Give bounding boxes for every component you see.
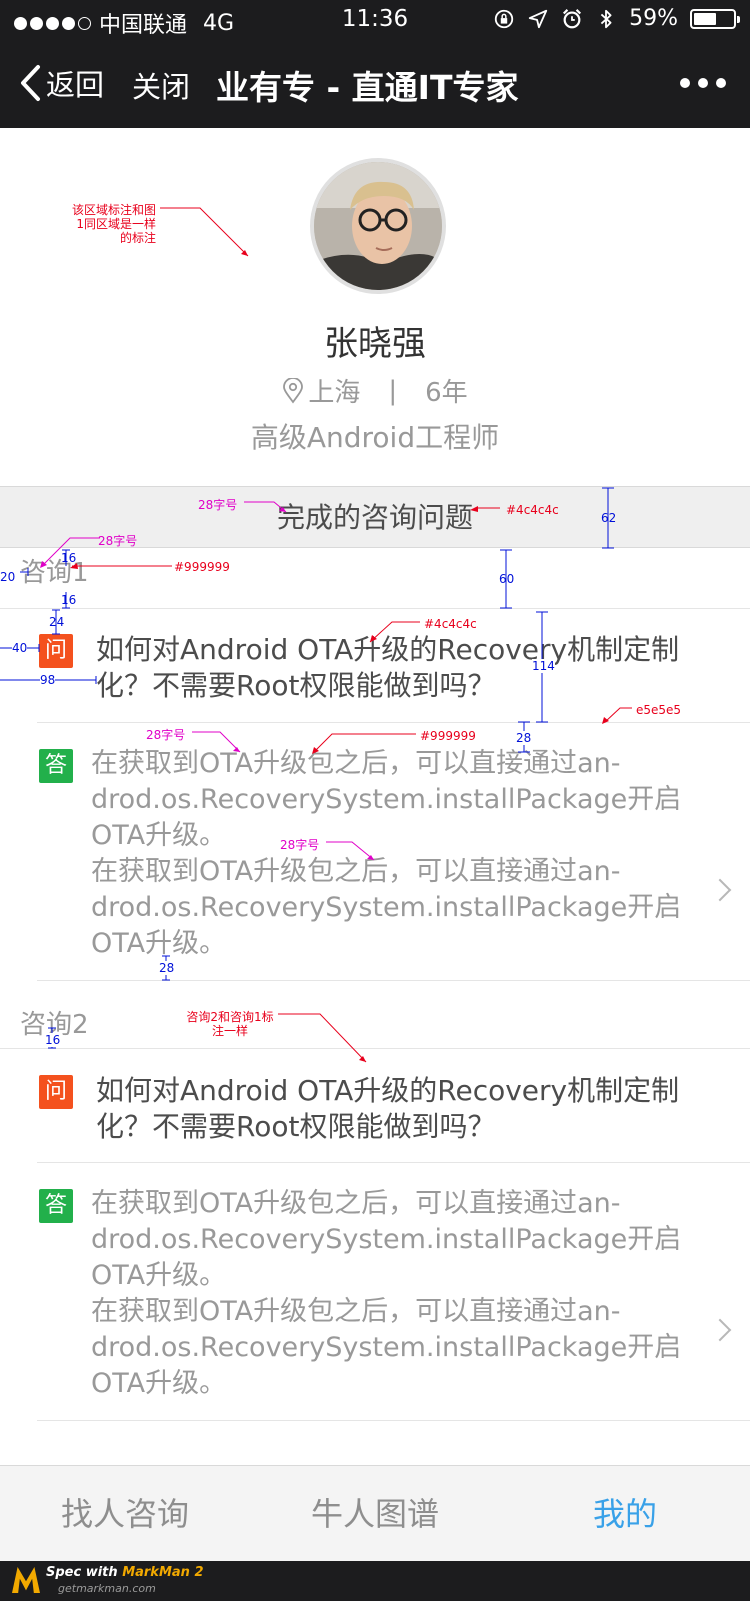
annotation-consult2-note: 咨询2和咨询1标注一样 <box>186 1010 274 1038</box>
location-arrow-icon <box>528 9 548 28</box>
annotation-dimension: 16 <box>61 551 77 565</box>
annotation-font-size: 28字号 <box>146 728 186 742</box>
annotation-dimension: 28 <box>516 731 532 745</box>
back-button[interactable]: 返回 <box>18 62 104 104</box>
more-dot-icon <box>716 78 726 88</box>
question-badge: 问 <box>39 1075 73 1109</box>
battery-percent: 59% <box>629 6 678 31</box>
markman-logo-icon <box>12 1567 40 1593</box>
experience-years: 6年 <box>425 378 468 408</box>
avatar-photo <box>314 162 442 290</box>
answer-badge: 答 <box>39 749 73 783</box>
chevron-right-icon[interactable] <box>708 1318 732 1342</box>
question-badge: 问 <box>39 634 73 668</box>
annotation-dimension: 114 <box>532 659 555 673</box>
more-dot-icon <box>680 78 690 88</box>
annotation-color: #4c4c4c <box>424 617 477 631</box>
bluetooth-icon <box>600 9 612 28</box>
tab-expert-map[interactable]: 牛人图谱 <box>250 1466 500 1561</box>
more-menu-button[interactable] <box>680 78 726 88</box>
back-label: 返回 <box>46 68 105 102</box>
answer-text[interactable]: 在获取到OTA升级包之后，可以直接通过an-drod.os.RecoverySy… <box>91 746 709 962</box>
annotation-color: e5e5e5 <box>636 703 682 717</box>
battery-icon <box>690 8 740 29</box>
annotation-dimension: 16 <box>61 593 77 607</box>
meta-divider: | <box>388 375 398 406</box>
page-title: 业有专 - 直通IT专家 <box>216 68 519 107</box>
divider <box>0 1048 750 1049</box>
bottom-tab-bar: 找人咨询 牛人图谱 我的 <box>0 1465 750 1561</box>
annotation-color: #999999 <box>420 729 476 743</box>
status-bar: 中国联通 4G 11:36 59% <box>0 0 750 40</box>
divider <box>37 1420 750 1421</box>
alarm-icon <box>563 8 582 28</box>
expert-meta: 上海 | 6年 <box>0 372 750 409</box>
question-text[interactable]: 如何对Android OTA升级的Recovery机制定制化？不需要Root权限… <box>96 1073 716 1145</box>
divider <box>0 608 750 609</box>
rotation-lock-icon <box>494 9 514 28</box>
annotation-profile-note: 该区域标注和图1同区域是一样的标注 <box>71 203 156 245</box>
avatar <box>310 158 446 294</box>
nav-bar: 返回 关闭 业有专 - 直通IT专家 <box>0 40 750 128</box>
chevron-right-icon[interactable] <box>708 878 732 902</box>
expert-name: 张晓强 <box>324 324 426 364</box>
job-title: 高级Android工程师 <box>250 421 500 454</box>
annotation-dimension: 60 <box>499 572 515 586</box>
answer-badge: 答 <box>39 1189 73 1223</box>
annotation-font-size: 28字号 <box>198 498 238 512</box>
answer-text[interactable]: 在获取到OTA升级包之后，可以直接通过an-drod.os.RecoverySy… <box>91 1186 709 1402</box>
divider <box>37 1162 750 1163</box>
more-dot-icon <box>698 78 708 88</box>
chevron-left-icon <box>21 65 40 101</box>
annotation-dimension: 16 <box>45 1033 61 1047</box>
tab-mine[interactable]: 我的 <box>500 1466 750 1561</box>
annotation-dimension: 40 <box>12 641 28 655</box>
markman-footer: Spec with MarkMan 2 getmarkman.com <box>0 1561 750 1601</box>
annotation-dimension: 28 <box>159 961 175 975</box>
markman-brand: Spec with MarkMan 2 <box>46 1565 204 1580</box>
divider <box>37 722 750 723</box>
annotation-color: #999999 <box>174 560 230 574</box>
close-button[interactable]: 关闭 <box>132 64 190 106</box>
annotation-dimension: 24 <box>49 615 65 629</box>
annotation-dimension: 62 <box>601 511 617 525</box>
question-text[interactable]: 如何对Android OTA升级的Recovery机制定制化？不需要Root权限… <box>96 632 716 704</box>
annotation-font-size: 28字号 <box>98 534 138 548</box>
annotation-dimension: 98 <box>40 673 56 687</box>
annotation-font-size: 28字号 <box>280 838 320 852</box>
tab-find-consult[interactable]: 找人咨询 <box>0 1466 250 1561</box>
markman-site: getmarkman.com <box>58 1582 156 1595</box>
location-pin-icon <box>283 377 304 404</box>
consult-1-title: 咨询1 <box>20 558 89 588</box>
annotation-color: #4c4c4c <box>506 503 559 517</box>
location-text: 上海 <box>308 378 361 408</box>
divider <box>37 980 750 981</box>
annotation-dimension: 20 <box>0 570 16 584</box>
